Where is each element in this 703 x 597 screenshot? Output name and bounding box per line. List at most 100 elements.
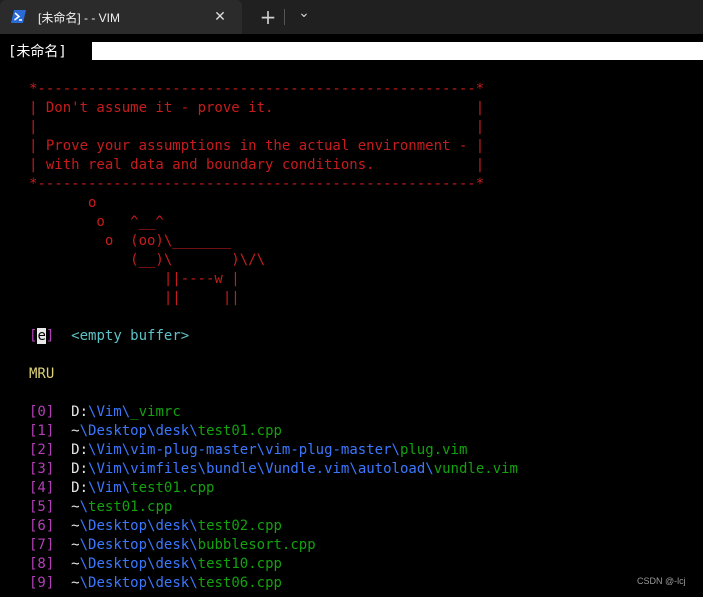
mru-item-0[interactable]: [0] D:\Vim\_vimrc bbox=[29, 404, 181, 420]
path-sep: \ bbox=[79, 423, 89, 439]
mru-path: D:\Vim\vim-plug-master\vim-plug-master\p… bbox=[71, 442, 467, 458]
path-dir: desk bbox=[155, 423, 190, 439]
cowsay-line: *---------------------------------------… bbox=[29, 176, 485, 192]
path-tilde: ~ bbox=[71, 575, 80, 591]
path-dir: vim-plug-master bbox=[130, 442, 257, 458]
mru-item-7[interactable]: [7] ~\Desktop\desk\bubblesort.cpp bbox=[29, 537, 316, 553]
path-sep: \ bbox=[79, 499, 89, 515]
path-drive: D: bbox=[71, 461, 89, 477]
path-sep: \ bbox=[189, 423, 198, 439]
path-sep: \ bbox=[121, 461, 131, 477]
path-drive: D: bbox=[71, 404, 89, 420]
path-sep: \ bbox=[79, 575, 89, 591]
path-dir: Desktop bbox=[88, 575, 148, 591]
mru-index: [4] bbox=[29, 480, 55, 496]
mru-item-6[interactable]: [6] ~\Desktop\desk\test02.cpp bbox=[29, 518, 282, 534]
mru-item-9[interactable]: [9] ~\Desktop\desk\test06.cpp bbox=[29, 575, 282, 591]
mru-path: ~\Desktop\desk\test01.cpp bbox=[71, 423, 282, 439]
mru-path: ~\test01.cpp bbox=[71, 499, 172, 515]
mru-path: ~\Desktop\desk\test02.cpp bbox=[71, 518, 282, 534]
mru-index: [5] bbox=[29, 499, 55, 515]
tab-title: [未命名] - - VIM bbox=[38, 11, 120, 25]
cowsay-line: | Don't assume it - prove it. | bbox=[29, 100, 485, 116]
mru-index: [0] bbox=[29, 404, 55, 420]
cowsay-quote: *---------------------------------------… bbox=[29, 81, 484, 306]
path-dir: autoload bbox=[357, 461, 426, 477]
mru-item-1[interactable]: [1] ~\Desktop\desk\test01.cpp bbox=[29, 423, 282, 439]
terminal-tab[interactable]: [未命名] - - VIM ✕ bbox=[0, 0, 242, 34]
path-sep: \ bbox=[349, 461, 358, 477]
titlebar-separator bbox=[284, 9, 285, 25]
path-dir: Desktop bbox=[88, 423, 148, 439]
path-dir: Vim bbox=[96, 404, 122, 420]
close-tab-icon[interactable]: ✕ bbox=[210, 7, 230, 27]
mru-index: [9] bbox=[29, 575, 55, 591]
mru-path: ~\Desktop\desk\test06.cpp bbox=[71, 575, 282, 591]
path-file: test06.cpp bbox=[197, 575, 282, 591]
cursor: e bbox=[37, 328, 46, 344]
path-dir: desk bbox=[155, 537, 190, 553]
path-dir: Vim bbox=[96, 461, 122, 477]
mru-item-2[interactable]: [2] D:\Vim\vim-plug-master\vim-plug-mast… bbox=[29, 442, 467, 458]
path-sep: \ bbox=[121, 480, 131, 496]
mru-index: [3] bbox=[29, 461, 55, 477]
mru-path: ~\Desktop\desk\test10.cpp bbox=[71, 556, 282, 572]
path-dir: Vim bbox=[96, 480, 122, 496]
mru-item-8[interactable]: [8] ~\Desktop\desk\test10.cpp bbox=[29, 556, 282, 572]
path-tilde: ~ bbox=[71, 518, 80, 534]
mru-list: [0] D:\Vim\_vimrc [1] ~\Desktop\desk\tes… bbox=[29, 404, 518, 591]
path-file: test02.cpp bbox=[197, 518, 282, 534]
cow-art-line: o bbox=[29, 195, 97, 211]
empty-buffer-entry[interactable]: [e] <empty buffer> bbox=[29, 328, 189, 344]
cow-art-line: || || bbox=[29, 290, 240, 306]
cow-art-line: ||----w | bbox=[29, 271, 240, 287]
path-drive: D: bbox=[71, 480, 89, 496]
path-sep: \ bbox=[425, 461, 434, 477]
tabline-fill bbox=[92, 42, 703, 60]
path-file: plug.vim bbox=[399, 442, 468, 458]
path-file: test01.cpp bbox=[88, 499, 173, 515]
path-file: test01.cpp bbox=[130, 480, 215, 496]
path-sep: \ bbox=[79, 556, 89, 572]
path-dir: desk bbox=[155, 518, 190, 534]
path-sep: \ bbox=[189, 518, 198, 534]
powershell-icon bbox=[11, 10, 26, 23]
cow-art-line: o ^__^ bbox=[29, 214, 164, 230]
new-tab-button[interactable]: + bbox=[255, 7, 281, 27]
mru-index: [1] bbox=[29, 423, 55, 439]
path-dir: Desktop bbox=[88, 556, 148, 572]
mru-heading: MRU bbox=[29, 366, 55, 382]
chevron-down-icon[interactable]: ⌄ bbox=[291, 3, 317, 23]
path-sep: \ bbox=[391, 442, 400, 458]
path-dir: vimfiles bbox=[130, 461, 198, 477]
path-dir: Vim bbox=[96, 442, 122, 458]
path-dir: Desktop bbox=[88, 518, 148, 534]
path-drive: D: bbox=[71, 442, 89, 458]
path-sep: \ bbox=[79, 537, 89, 553]
mru-item-3[interactable]: [3] D:\Vim\vimfiles\bundle\Vundle.vim\au… bbox=[29, 461, 518, 477]
path-tilde: ~ bbox=[71, 423, 80, 439]
vim-tab-label[interactable]: [未命名] bbox=[8, 41, 67, 61]
mru-item-4[interactable]: [4] D:\Vim\test01.cpp bbox=[29, 480, 214, 496]
path-sep: \ bbox=[189, 556, 198, 572]
mru-path: D:\Vim\_vimrc bbox=[71, 404, 181, 420]
cowsay-line: | with real data and boundary conditions… bbox=[29, 157, 485, 173]
mru-index: [2] bbox=[29, 442, 55, 458]
path-sep: \ bbox=[197, 461, 207, 477]
path-sep: \ bbox=[189, 537, 198, 553]
path-sep: \ bbox=[121, 404, 131, 420]
path-sep: \ bbox=[256, 442, 266, 458]
mru-index: [8] bbox=[29, 556, 55, 572]
cowsay-line: | Prove your assumptions in the actual e… bbox=[29, 138, 485, 154]
cowsay-line: *---------------------------------------… bbox=[29, 81, 485, 97]
path-tilde: ~ bbox=[71, 537, 80, 553]
path-tilde: ~ bbox=[71, 499, 80, 515]
cow-art-line: o (oo)\_______ bbox=[29, 233, 232, 249]
mru-index: [7] bbox=[29, 537, 55, 553]
mru-item-5[interactable]: [5] ~\test01.cpp bbox=[29, 499, 172, 515]
path-dir: desk bbox=[155, 556, 190, 572]
path-dir: Desktop bbox=[88, 537, 148, 553]
mru-index: [6] bbox=[29, 518, 55, 534]
path-dir: Vundle.vim bbox=[265, 461, 350, 477]
empty-buffer-label: <empty buffer> bbox=[71, 328, 190, 344]
